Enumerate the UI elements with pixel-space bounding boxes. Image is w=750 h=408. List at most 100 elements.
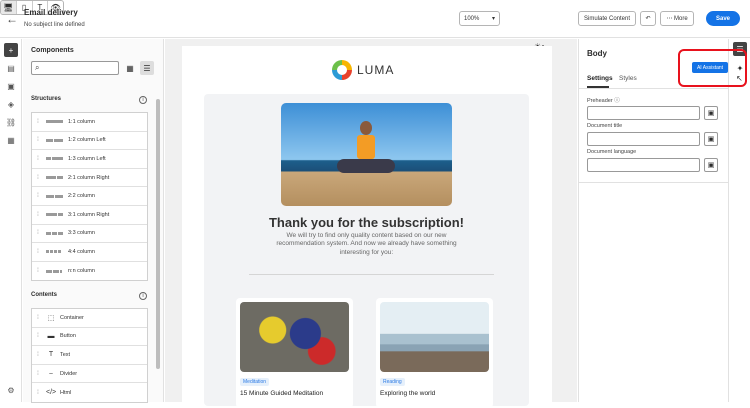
personalize-icon[interactable]: ▣ <box>704 106 718 120</box>
link-icon[interactable]: ⛓ <box>4 115 18 129</box>
tab-settings[interactable]: Settings <box>587 75 613 82</box>
simulate-content-button[interactable]: Simulate Content <box>578 11 636 26</box>
document-language-input[interactable] <box>587 158 700 172</box>
content-item[interactable]: ⁞ ▬ Button <box>32 328 147 347</box>
structure-item[interactable]: ⁞ 1:1 column <box>32 113 147 132</box>
container-icon: ⬚ <box>47 314 55 322</box>
mountain-image <box>380 302 489 372</box>
info-icon[interactable]: i <box>139 292 147 300</box>
column-layout-icon <box>46 138 64 142</box>
mouse-cursor-icon: ↖ <box>736 74 743 83</box>
properties-panel: Body Settings Styles Preheader ⓘ ▣ Docum… <box>578 39 728 402</box>
info-icon[interactable]: i <box>139 96 147 104</box>
content-item[interactable]: ⁞ ⎯ Divider <box>32 365 147 384</box>
email-headline[interactable]: Thank you for the subscription! <box>204 215 529 230</box>
item-tag: Reading <box>380 378 405 386</box>
column-layout-icon <box>46 194 64 198</box>
tab-styles[interactable]: Styles <box>619 75 637 82</box>
document-title-label: Document title <box>587 123 623 129</box>
drag-handle-icon: ⁞ <box>37 155 39 162</box>
structure-item[interactable]: ⁞ 1:2 column Left <box>32 132 147 151</box>
recommendation-card[interactable]: Meditation 15 Minute Guided Meditation <box>236 298 353 408</box>
drag-handle-icon: ⁞ <box>37 193 39 200</box>
column-layout-icon <box>46 231 64 235</box>
structure-item[interactable]: ⁞ n:n column <box>32 262 147 281</box>
top-bar: ← Email delivery No subject line defined… <box>0 0 750 38</box>
components-scrollbar[interactable] <box>156 99 160 369</box>
left-rail: + ▤ ▣ ◈ ⛓ ▦ ⚙ <box>0 39 22 402</box>
layers-icon[interactable]: ◈ <box>4 97 18 111</box>
personalize-icon[interactable]: ▣ <box>704 158 718 172</box>
search-icon: ⌕ <box>35 63 40 72</box>
item-title: 15 Minute Guided Meditation <box>240 390 324 397</box>
panel-title: Body <box>587 49 607 58</box>
column-layout-icon <box>46 213 64 217</box>
contents-list: ⁞ ⬚ Container ⁞ ▬ Button ⁞ T Text ⁞ ⎯ Divider ⁞ <… <box>31 308 148 403</box>
undo-icon[interactable]: ↶ <box>640 11 656 26</box>
layout-icon[interactable]: ▤ <box>4 61 18 75</box>
document-language-label: Document language <box>587 149 637 155</box>
list-view-icon[interactable]: ☰ <box>140 61 154 75</box>
fragments-icon[interactable]: ▦ <box>4 133 18 147</box>
hero-image[interactable] <box>281 103 452 206</box>
structure-item[interactable]: ⁞ 1:3 column Left <box>32 150 147 169</box>
content-item[interactable]: ⁞ ⬚ Container <box>32 309 147 328</box>
back-arrow-icon[interactable]: ← <box>6 12 18 26</box>
document-title-input[interactable] <box>587 132 700 146</box>
contents-title: Contents <box>31 292 57 298</box>
drag-handle-icon: ⁞ <box>37 230 39 237</box>
add-icon[interactable]: + <box>4 43 18 57</box>
email-canvas: ☀◐ LUMA Thank you for the subscription! … <box>165 39 577 408</box>
grid-view-icon[interactable]: ▦ <box>124 62 136 74</box>
chevron-down-icon: ▾ <box>491 16 495 22</box>
personalize-icon[interactable]: ▣ <box>704 132 718 146</box>
components-panel: Components ⌕ ▦ ☰ Structures i ⁞ 1:1 colum… <box>23 39 164 403</box>
drag-handle-icon: ⁞ <box>37 370 39 377</box>
item-tag: Meditation <box>240 378 270 386</box>
drag-handle-icon: ⁞ <box>37 351 39 358</box>
recommendation-card[interactable]: Reading Exploring the world <box>376 298 493 408</box>
structure-item[interactable]: ⁞ 4:4 column <box>32 243 147 262</box>
structure-item[interactable]: ⁞ 2:2 column <box>32 187 147 206</box>
yoga-mat-image <box>240 302 349 372</box>
structure-item[interactable]: ⁞ 3:3 column <box>32 225 147 244</box>
email-card[interactable]: Thank you for the subscription! We will … <box>204 94 529 408</box>
column-layout-icon <box>46 269 64 273</box>
column-layout-icon <box>46 176 64 180</box>
content-item[interactable]: ⁞ T Text <box>32 346 147 365</box>
components-title: Components <box>31 47 74 54</box>
save-button[interactable]: Save <box>706 11 740 26</box>
structures-list: ⁞ 1:1 column ⁞ 1:2 column Left ⁞ 1:3 column… <box>31 112 148 282</box>
button-icon: ▬ <box>47 332 55 340</box>
luma-logo <box>332 60 352 80</box>
html-icon: </> <box>46 389 57 397</box>
preheader-input[interactable] <box>587 106 700 120</box>
search-input[interactable]: ⌕ <box>31 61 119 75</box>
drag-handle-icon: ⁞ <box>37 211 39 218</box>
info-icon: ⓘ <box>614 98 620 104</box>
drag-handle-icon: ⁞ <box>37 118 39 125</box>
assets-icon[interactable]: ▣ <box>4 79 18 93</box>
structure-item[interactable]: ⁞ 2:1 column Right <box>32 169 147 188</box>
zoom-select[interactable]: 100% ▾ <box>459 11 500 26</box>
structure-item[interactable]: ⁞ 3:1 column Right <box>32 206 147 225</box>
panel-divider <box>579 182 728 183</box>
structures-title: Structures <box>31 96 62 102</box>
settings-icon[interactable]: ⚙ <box>4 383 18 397</box>
divider-icon: ⎯ <box>49 369 53 377</box>
preheader-label: Preheader ⓘ <box>587 98 620 104</box>
more-label: More <box>674 15 688 22</box>
drag-handle-icon: ⁞ <box>37 333 39 340</box>
email-body[interactable]: LUMA Thank you for the subscription! We … <box>182 46 552 408</box>
drag-handle-icon: ⁞ <box>37 137 39 144</box>
more-dots-icon: ⋯ <box>666 16 674 22</box>
page-subtitle: No subject line defined <box>24 22 85 28</box>
email-body-text[interactable]: We will try to find only quality content… <box>264 232 469 257</box>
text-icon: T <box>48 351 54 359</box>
content-item[interactable]: ⁞ </> Html <box>32 383 147 402</box>
logo-text: LUMA <box>357 63 395 77</box>
drag-handle-icon: ⁞ <box>37 389 39 396</box>
email-divider[interactable] <box>249 274 494 275</box>
more-button[interactable]: ⋯ More <box>660 11 694 26</box>
drag-handle-icon: ⁞ <box>37 268 39 275</box>
